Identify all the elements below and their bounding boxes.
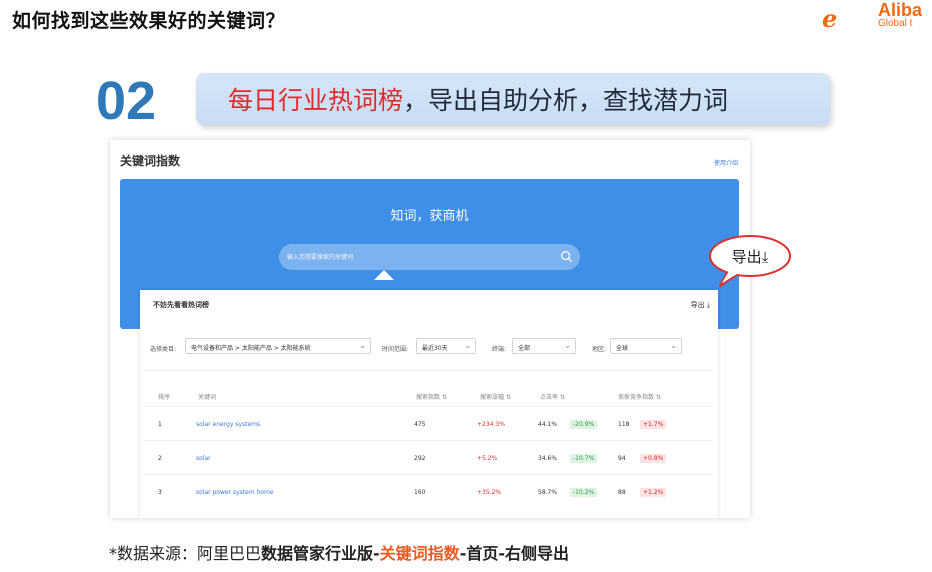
competition-change-badge: +1.7% [640, 420, 667, 429]
export-label: 导出 [690, 301, 705, 309]
table-divider [145, 440, 713, 441]
rank-cell: 3 [158, 489, 162, 496]
competition-change-badge: +0.8% [640, 454, 667, 463]
region-value: 全球 [616, 345, 629, 352]
ctr-cell: 58.7% [538, 489, 558, 496]
competition-cell: 88 [618, 489, 626, 496]
footer-product: 数据管家行业版 [261, 544, 374, 563]
search-growth-cell: +5.2% [477, 455, 498, 462]
ctr-change-badge: -20.9% [570, 420, 598, 429]
chevron-down-icon: ⌄ [564, 341, 571, 350]
time-range-value: 最近30天 [422, 345, 448, 352]
keyword-index-screenshot: 关键词指数 使用介绍 知词，获商机 输入您想要搜索的关键词 不妨先看看热词榜 导… [110, 140, 750, 518]
keyword-link[interactable]: solar power system home [196, 489, 274, 496]
footer-separator: - [498, 544, 505, 563]
chevron-down-icon: ⌄ [359, 341, 366, 350]
sort-icon[interactable]: ⇅ [656, 394, 661, 401]
search-icon[interactable] [560, 250, 573, 263]
col-keyword: 关键词 [198, 394, 217, 401]
ctr-cell: 44.1% [538, 421, 558, 428]
search-growth-cell: +35.2% [477, 489, 502, 496]
col-competition[interactable]: 卖家竞争指数 ⇅ [618, 392, 661, 401]
export-callout: 导出⤓ [708, 234, 792, 287]
ctr-change-badge: -10.7% [570, 454, 598, 463]
col-ctr[interactable]: 点击率 ⇅ [540, 392, 565, 401]
footer-separator: - [373, 544, 380, 563]
page-title: 关键词指数 [120, 154, 181, 168]
hero-title: 知词，获商机 [390, 209, 469, 224]
filter-label-category: 选择类目: [150, 346, 177, 353]
step-number: 02 [96, 71, 157, 131]
download-icon: ⤓ [761, 248, 769, 266]
footer-feature: 关键词指数 [379, 544, 460, 563]
col-rank: 排序 [158, 394, 171, 401]
footer-action: 右侧导出 [504, 544, 569, 563]
col-search-growth[interactable]: 搜索涨幅 ⇅ [480, 392, 511, 401]
col-search-index[interactable]: 搜索指数 ⇅ [416, 392, 447, 401]
time-range-select[interactable]: 最近30天 ⌄ [416, 338, 476, 354]
filter-label-terminal: 终端: [492, 346, 507, 353]
keyword-link[interactable]: solar energy systems [196, 421, 260, 428]
search-growth-cell: +234.3% [477, 421, 505, 428]
step-banner: 每日行业热词榜 ，导出自助分析，查找潜力词 [196, 73, 830, 125]
filter-label-time: 时间范围: [382, 346, 409, 353]
filter-label-region: 地区: [592, 346, 607, 353]
ctr-cell: 34.6% [538, 455, 558, 462]
alibaba-logo: e Aliba Global t [820, 0, 932, 34]
chevron-down-icon: ⌄ [464, 341, 471, 350]
chevron-down-icon: ⌄ [670, 341, 677, 350]
terminal-value: 全部 [518, 345, 531, 352]
search-placeholder: 输入您想要搜索的关键词 [287, 254, 354, 261]
search-index-cell: 475 [414, 421, 426, 428]
keyword-link[interactable]: solar [196, 455, 211, 462]
table-divider [145, 474, 713, 475]
ctr-change-badge: -10.2% [570, 488, 598, 497]
search-input[interactable]: 输入您想要搜索的关键词 [279, 244, 580, 270]
rank-cell: 2 [158, 455, 162, 462]
search-index-cell: 160 [414, 489, 426, 496]
region-select[interactable]: 全球 ⌄ [610, 338, 682, 354]
data-source-note: *数据来源：阿里巴巴数据管家行业版-关键词指数-首页-右侧导出 [109, 540, 569, 564]
terminal-select[interactable]: 全部 ⌄ [512, 338, 576, 354]
footer-prefix: *数据来源：阿里巴巴 [109, 544, 262, 563]
competition-change-badge: +1.2% [640, 488, 667, 497]
download-icon: ⤓ [706, 301, 710, 309]
search-index-cell: 292 [414, 455, 426, 462]
table-divider [145, 406, 713, 407]
hot-words-panel: 不妨先看看热词榜 导出 ⤓ 选择类目: 电气设备和产品 > 太阳能产品 > 太阳… [140, 290, 718, 518]
footer-page: 首页 [466, 544, 499, 563]
table-divider [145, 370, 713, 371]
dropdown-caret [374, 270, 394, 280]
panel-title: 不妨先看看热词榜 [153, 301, 209, 309]
category-select[interactable]: 电气设备和产品 > 太阳能产品 > 太阳能系统 ⌄ [185, 338, 371, 354]
competition-cell: 94 [618, 455, 626, 462]
category-value: 电气设备和产品 > 太阳能产品 > 太阳能系统 [191, 345, 311, 352]
export-button[interactable]: 导出 ⤓ [691, 300, 710, 310]
sort-icon[interactable]: ⇅ [560, 394, 565, 401]
banner-highlight: 每日行业热词榜 [228, 86, 404, 115]
sort-icon[interactable]: ⇅ [442, 394, 447, 401]
slide-title: 如何找到这些效果好的关键词？ [12, 10, 286, 32]
competition-cell: 118 [618, 421, 630, 428]
banner-text: ，导出自助分析，查找潜力词 [403, 86, 729, 115]
logo-tagline: Global t [878, 18, 913, 29]
callout-label: 导出⤓ [731, 248, 769, 266]
logo-mark: e [822, 4, 838, 33]
rank-cell: 1 [158, 421, 162, 428]
sort-icon[interactable]: ⇅ [506, 394, 511, 401]
help-link[interactable]: 使用介绍 [714, 158, 738, 167]
